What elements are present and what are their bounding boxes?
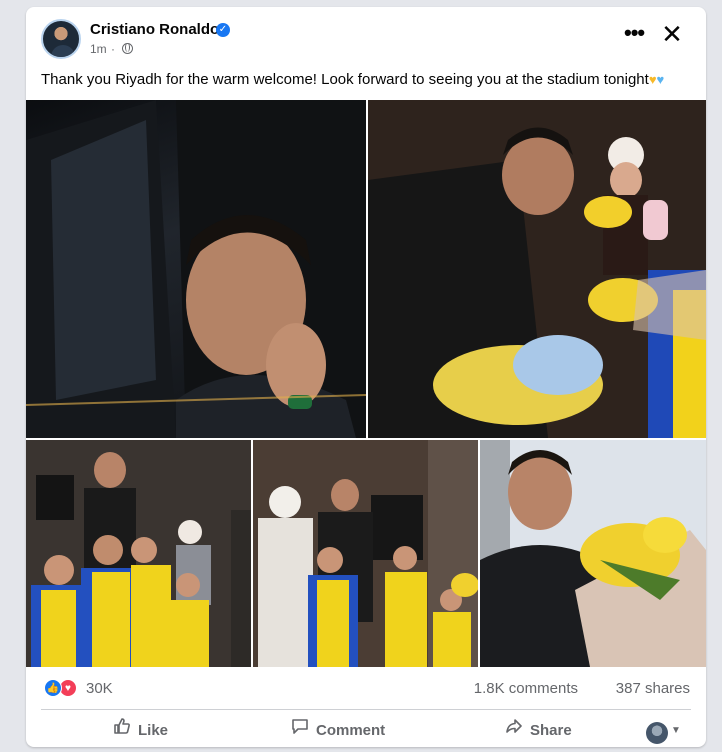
share-label: Share [530, 722, 572, 739]
globe-icon [122, 43, 134, 54]
photo-holding-bouquet[interactable] [480, 440, 706, 667]
photo-group-men-children-graphic [253, 440, 478, 667]
like-reaction-icon[interactable]: 👍 [44, 679, 62, 697]
photo-group-children[interactable] [26, 440, 251, 667]
photo-car-wave-graphic [26, 100, 366, 438]
more-options-icon[interactable]: ••• [624, 22, 648, 47]
photo-flowers-children[interactable] [368, 100, 706, 438]
thumbs-up-icon [112, 715, 132, 745]
reaction-count[interactable]: 30K [86, 680, 113, 697]
post-text: Thank you Riyadh for the warm welcome! L… [41, 71, 649, 88]
post-card: Cristiano Ronaldo ✓ 1m · ••• ✕ Thank you… [26, 7, 706, 747]
close-icon[interactable]: ✕ [660, 21, 684, 47]
post-time[interactable]: 1m [90, 42, 107, 56]
comment-button[interactable]: Comment [290, 715, 385, 745]
photo-holding-bouquet-graphic [480, 440, 706, 667]
like-button[interactable]: Like [112, 715, 168, 745]
chevron-down-icon[interactable]: ▼ [671, 725, 681, 736]
comment-bubble-icon [290, 715, 310, 745]
author-avatar[interactable] [41, 19, 81, 59]
comment-count[interactable]: 1.8K comments [474, 680, 578, 697]
photo-flowers-children-graphic [368, 100, 706, 438]
post-message: Thank you Riyadh for the warm welcome! L… [41, 71, 664, 88]
post-actions: Like Comment Share ▼ [26, 713, 706, 747]
photo-car-wave[interactable] [26, 100, 366, 438]
photo-group-men-children[interactable] [253, 440, 478, 667]
post-header: Cristiano Ronaldo ✓ 1m · ••• ✕ [26, 7, 706, 67]
photo-grid [26, 100, 706, 667]
share-button[interactable]: Share [504, 715, 572, 745]
heart-emojis: ♥♥ [649, 71, 664, 88]
blue-heart-icon: ♥ [656, 72, 665, 87]
stats-divider [41, 709, 691, 710]
like-label: Like [138, 722, 169, 739]
post-meta: 1m · [90, 42, 134, 56]
comment-label: Comment [316, 722, 386, 739]
share-arrow-icon [504, 715, 524, 745]
yellow-heart-icon: ♥ [648, 72, 657, 87]
author-name[interactable]: Cristiano Ronaldo [90, 21, 219, 38]
verified-badge-icon: ✓ [216, 23, 230, 37]
share-count[interactable]: 387 shares [616, 680, 690, 697]
photo-group-children-graphic [26, 440, 251, 667]
audience-avatar[interactable] [646, 722, 668, 744]
post-stats: 👍 ♥ 30K 1.8K comments 387 shares [26, 677, 706, 699]
